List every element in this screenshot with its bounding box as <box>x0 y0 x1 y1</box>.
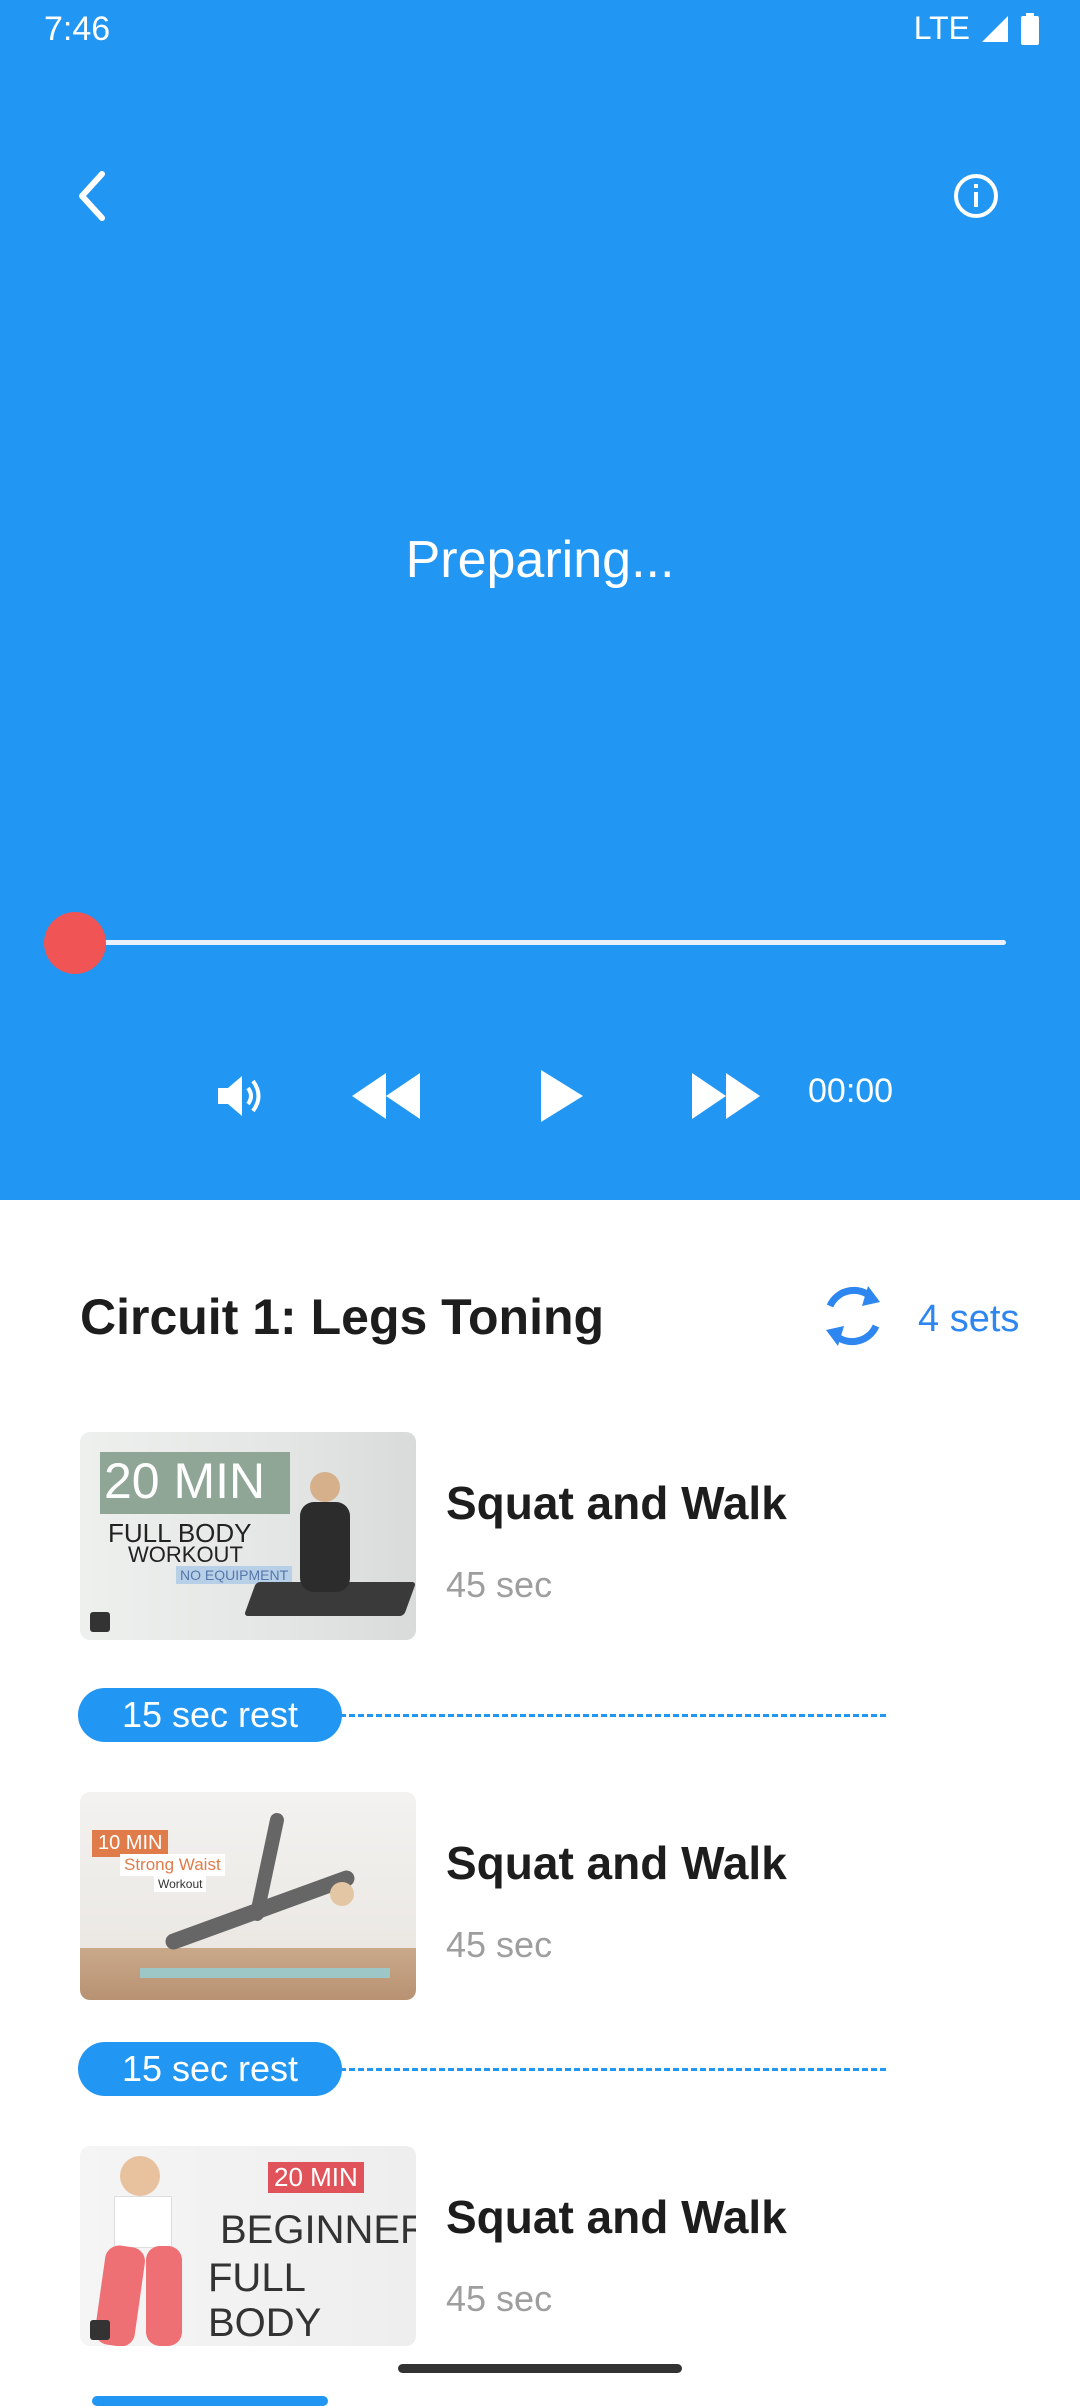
volume-icon <box>218 1076 261 1116</box>
thumb-caption: 20 MIN <box>104 1453 266 1509</box>
exercise-item[interactable]: 20 MIN FULL BODY WORKOUT NO EQUIPMENT Sq… <box>0 1432 1080 1642</box>
thumb-caption: 20 MIN <box>268 2162 364 2193</box>
thumb-caption: 10 MIN <box>92 1830 169 1857</box>
elapsed-time: 00:00 <box>808 1072 894 1110</box>
status-bar: 7:46 LTE <box>0 0 1080 64</box>
info-button[interactable] <box>944 164 1008 228</box>
video-player-area[interactable]: 7:46 LTE Preparing... 00:00 <box>0 0 1080 1200</box>
thumb-caption: Strong Waist <box>120 1854 225 1876</box>
rewind-button[interactable] <box>346 1066 426 1126</box>
chevron-left-icon <box>79 171 105 221</box>
thumb-caption: Workout <box>154 1876 207 1892</box>
exercise-name: Squat and Walk <box>446 2191 787 2243</box>
info-icon <box>954 174 998 218</box>
rest-row: 15 sec rest <box>0 1688 1080 1744</box>
rewind-icon <box>352 1073 420 1119</box>
play-button[interactable] <box>532 1060 592 1132</box>
signal-icon <box>980 14 1010 44</box>
circuit-title: Circuit 1: Legs Toning <box>80 1289 605 1345</box>
volume-button[interactable] <box>210 1066 270 1126</box>
video-badge-icon <box>90 1612 110 1632</box>
rest-badge: 15 sec rest <box>78 1688 342 1742</box>
exercise-thumbnail: 10 MIN Strong Waist Workout <box>80 1792 416 2000</box>
rest-row: 15 sec rest <box>0 2042 1080 2098</box>
thumb-caption: FULL BODY <box>208 2256 322 2345</box>
player-status-text: Preparing... <box>405 531 675 589</box>
progress-track[interactable] <box>74 940 1006 945</box>
sets-count: 4 sets <box>918 1298 1020 1340</box>
progress-thumb[interactable] <box>44 912 106 974</box>
exercise-name: Squat and Walk <box>446 1837 787 1889</box>
rest-divider <box>340 1714 886 1717</box>
exercise-item[interactable]: 10 MIN Strong Waist Workout Squat and Wa… <box>0 1792 1080 2002</box>
rest-badge: 15 sec rest <box>78 2042 342 2096</box>
repeat-icon <box>818 1278 888 1354</box>
exercise-thumbnail: 20 MIN FULL BODY WORKOUT NO EQUIPMENT <box>80 1432 416 1640</box>
exercise-duration: 45 sec <box>446 2278 553 2319</box>
exercise-thumbnail: 20 MIN BEGINNER FULL BODY <box>80 2146 416 2346</box>
next-rest-badge-peek <box>92 2396 328 2406</box>
playback-controls: 00:00 <box>0 1060 1080 1132</box>
network-label: LTE <box>913 10 970 46</box>
exercise-duration: 45 sec <box>446 1924 553 1965</box>
rest-divider <box>340 2068 886 2071</box>
status-icons: LTE <box>914 10 1040 47</box>
exercise-item[interactable]: 20 MIN BEGINNER FULL BODY Squat and Walk… <box>0 2146 1080 2356</box>
exercise-name: Squat and Walk <box>446 1477 787 1529</box>
battery-icon <box>1020 12 1040 45</box>
fast-forward-icon <box>692 1073 760 1119</box>
fast-forward-button[interactable] <box>686 1066 766 1126</box>
play-icon <box>541 1070 583 1122</box>
video-badge-icon <box>90 2320 110 2340</box>
home-indicator[interactable] <box>398 2364 682 2373</box>
status-time: 7:46 <box>44 10 111 48</box>
back-button[interactable] <box>62 160 122 232</box>
thumb-caption: BEGINNER <box>220 2208 416 2252</box>
thumb-caption: WORKOUT <box>128 1542 243 1567</box>
exercise-duration: 45 sec <box>446 1564 553 1605</box>
